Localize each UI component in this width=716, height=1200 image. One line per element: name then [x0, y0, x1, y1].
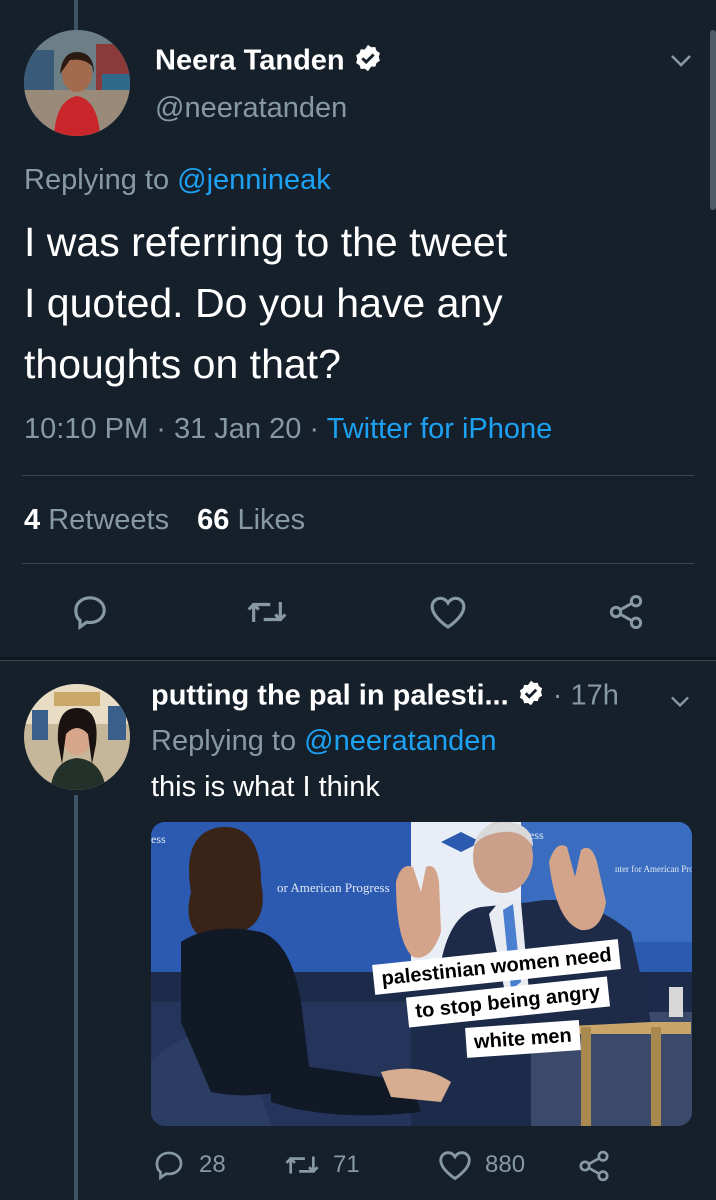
tweet-date[interactable]: 31 Jan 20 — [174, 413, 301, 445]
chevron-down-icon[interactable] — [668, 50, 694, 70]
thread-line-reply — [74, 795, 78, 1200]
author-handle[interactable]: @neeratanden — [155, 92, 347, 125]
verified-badge-icon — [517, 679, 545, 715]
reply-retweets-action[interactable]: 71 — [283, 1148, 360, 1182]
thread-line-top — [74, 0, 78, 30]
author-avatar[interactable] — [24, 30, 130, 136]
tweet-time[interactable]: 10:10 PM — [24, 413, 148, 445]
retweet-icon[interactable] — [245, 592, 289, 632]
reply-author-name[interactable]: putting the pal in palesti... — [151, 680, 509, 712]
tweet-text-line: thoughts on that? — [24, 341, 341, 387]
section-separator — [0, 657, 716, 661]
reply-author-avatar[interactable] — [24, 684, 130, 790]
share-icon[interactable] — [606, 592, 646, 632]
reply-replies-action[interactable]: 28 — [151, 1148, 226, 1182]
reply-action-bar: 28 71 880 — [151, 1148, 692, 1188]
reply-header: putting the pal in palesti... · 17h — [151, 679, 619, 715]
tweet-text: I was referring to the tweet I quoted. D… — [24, 212, 507, 395]
banner-text-top-left: ess — [151, 832, 166, 846]
banner-text-top-right: ess — [529, 828, 544, 842]
tweet-text-line: I quoted. Do you have any — [24, 280, 503, 326]
likes-stat[interactable]: 66 Likes — [197, 504, 305, 536]
likes-count: 880 — [485, 1151, 526, 1178]
attached-image[interactable]: ess ess or American Progress nter for Am… — [151, 822, 692, 1126]
verified-badge-icon — [353, 43, 383, 81]
replying-to: Replying to @jennineak — [24, 164, 331, 197]
retweets-count: 71 — [333, 1151, 360, 1178]
retweets-count: 4 — [24, 504, 41, 536]
likes-label: Likes — [237, 504, 306, 536]
chevron-down-icon[interactable] — [668, 692, 692, 710]
tweet-source[interactable]: Twitter for iPhone — [327, 413, 553, 445]
reply-time-ago[interactable]: 17h — [571, 680, 619, 712]
share-icon[interactable] — [576, 1148, 612, 1184]
divider — [22, 563, 694, 564]
replying-to-link[interactable]: @neeratanden — [304, 725, 496, 757]
meta-separator: · — [309, 413, 320, 445]
reply-icon[interactable] — [70, 592, 110, 632]
retweet-icon — [283, 1148, 321, 1182]
like-heart-icon[interactable] — [428, 593, 468, 631]
scrollbar[interactable] — [710, 30, 716, 210]
replying-to-link[interactable]: @jennineak — [177, 164, 331, 196]
author-name[interactable]: Neera Tanden — [155, 43, 383, 81]
meta-separator: · — [156, 413, 166, 445]
engagement-stats: 4 Retweets 66 Likes — [24, 504, 305, 537]
divider — [22, 475, 694, 476]
tweet-meta: 10:10 PM · 31 Jan 20 · Twitter for iPhon… — [24, 413, 552, 446]
like-heart-icon — [437, 1148, 473, 1182]
tweet-text-line: I was referring to the tweet — [24, 219, 508, 265]
retweets-stat[interactable]: 4 Retweets — [24, 504, 177, 536]
likes-count: 66 — [197, 504, 230, 536]
retweets-label: Retweets — [48, 504, 170, 536]
replying-to-prefix: Replying to — [24, 164, 170, 196]
banner-text-right: nter for American Prog — [615, 864, 692, 874]
author-name-text[interactable]: Neera Tanden — [155, 45, 345, 77]
replies-count: 28 — [199, 1151, 226, 1178]
reply-icon — [151, 1148, 187, 1182]
replying-to-prefix: Replying to — [151, 725, 297, 757]
meta-separator: · — [552, 679, 563, 712]
reply-replying-to: Replying to @neeratanden — [151, 725, 496, 758]
reply-text: this is what I think — [151, 771, 380, 803]
reply-likes-action[interactable]: 880 — [437, 1148, 525, 1182]
banner-text-left: or American Progress — [277, 880, 390, 895]
